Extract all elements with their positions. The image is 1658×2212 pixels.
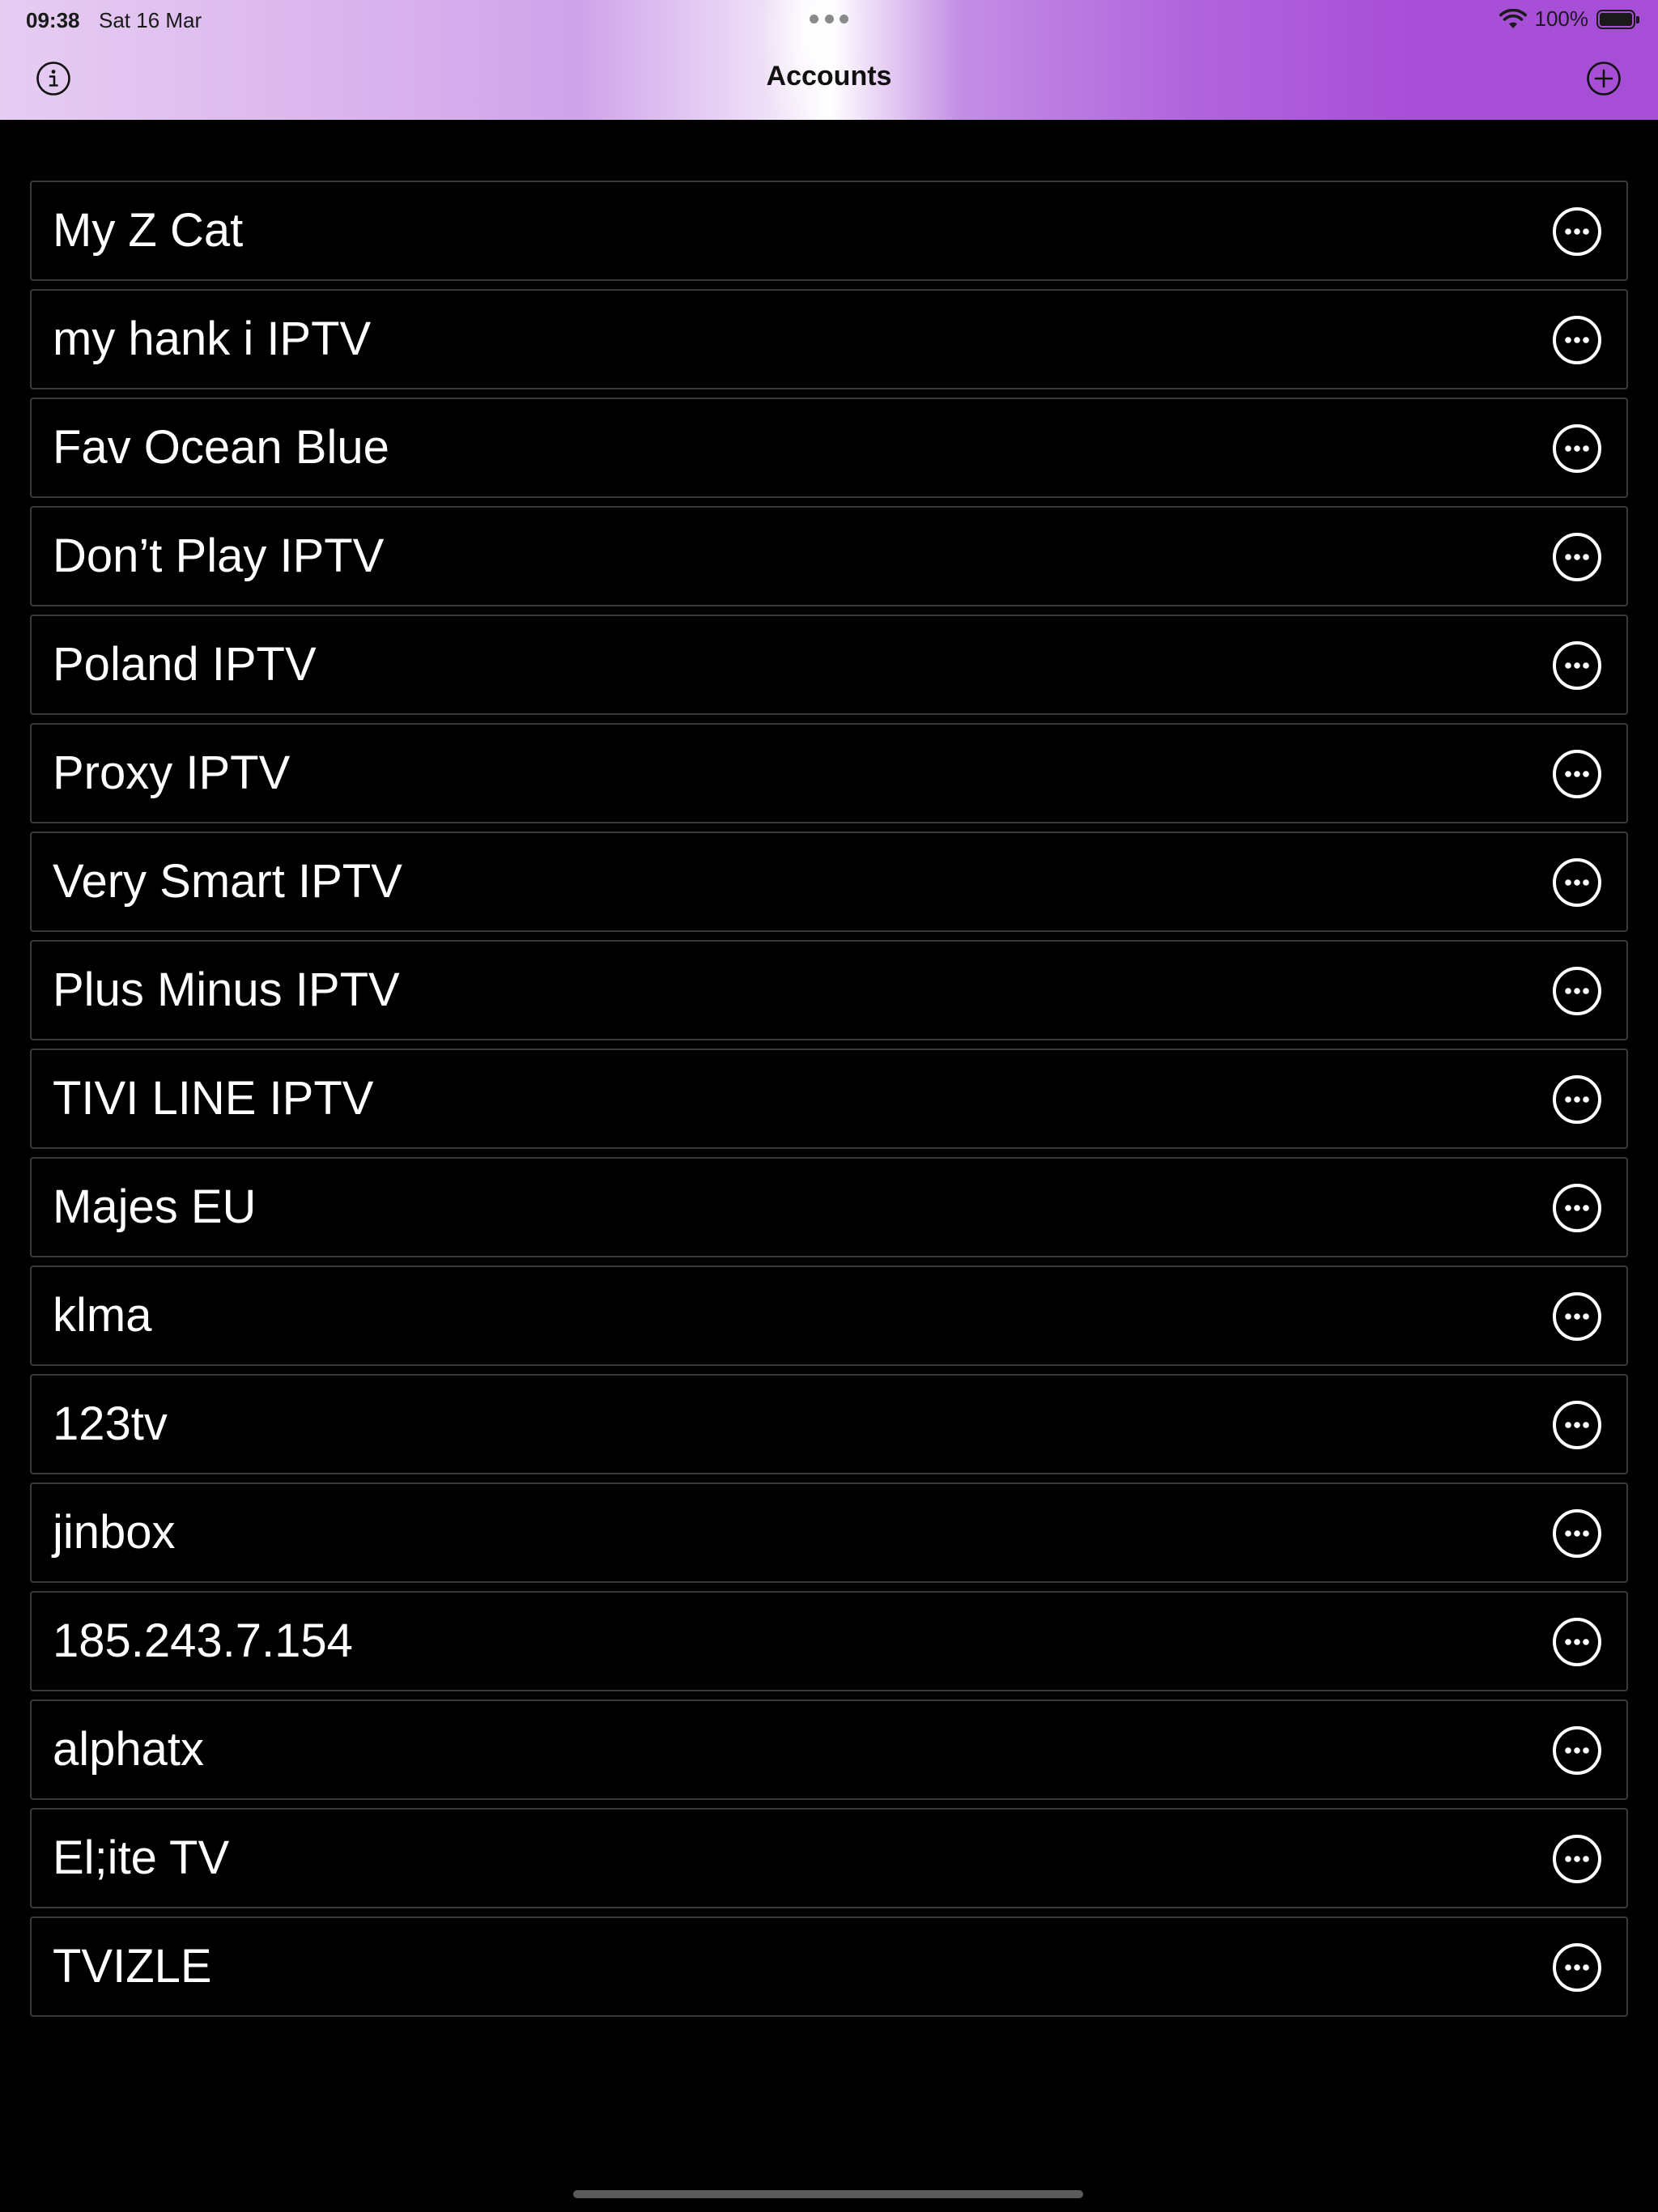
more-ellipsis-circle-icon[interactable] <box>1552 1508 1602 1559</box>
more-ellipsis-circle-icon[interactable] <box>1552 1183 1602 1233</box>
account-row[interactable]: TIVI LINE IPTV <box>30 1049 1628 1149</box>
more-ellipsis-circle-icon[interactable] <box>1552 749 1602 799</box>
account-name: my hank i IPTV <box>53 313 372 365</box>
more-ellipsis-circle-icon[interactable] <box>1552 1834 1602 1884</box>
account-row[interactable]: Plus Minus IPTV <box>30 940 1628 1040</box>
account-row[interactable]: Don’t Play IPTV <box>30 506 1628 606</box>
account-name: TVIZLE <box>53 1940 212 1993</box>
account-row[interactable]: 185.243.7.154 <box>30 1591 1628 1691</box>
account-row[interactable]: My Z Cat <box>30 181 1628 281</box>
account-name: Don’t Play IPTV <box>53 530 385 582</box>
home-indicator[interactable] <box>573 2190 1083 2198</box>
account-name: jinbox <box>53 1506 176 1559</box>
account-row[interactable]: 123tv <box>30 1374 1628 1474</box>
account-row[interactable]: jinbox <box>30 1482 1628 1583</box>
account-row[interactable]: Majes EU <box>30 1157 1628 1257</box>
account-name: 185.243.7.154 <box>53 1614 353 1667</box>
account-name: Poland IPTV <box>53 638 317 691</box>
account-list: My Z Cat my hank i IPTV Fav Ocean Blue D… <box>30 181 1628 2025</box>
account-name: klma <box>53 1289 152 1342</box>
account-name: 123tv <box>53 1397 168 1450</box>
more-ellipsis-circle-icon[interactable] <box>1552 966 1602 1016</box>
navigation-header: 09:38 Sat 16 Mar 100% Accounts <box>0 0 1658 120</box>
account-name: Very Smart IPTV <box>53 855 402 908</box>
account-row[interactable]: El;ite TV <box>30 1808 1628 1908</box>
add-circle-icon[interactable] <box>1586 61 1622 96</box>
account-name: El;ite TV <box>53 1831 230 1884</box>
more-ellipsis-circle-icon[interactable] <box>1552 1291 1602 1342</box>
more-ellipsis-circle-icon[interactable] <box>1552 640 1602 691</box>
more-ellipsis-circle-icon[interactable] <box>1552 206 1602 257</box>
more-ellipsis-circle-icon[interactable] <box>1552 532 1602 582</box>
more-ellipsis-circle-icon[interactable] <box>1552 1074 1602 1125</box>
account-name: TIVI LINE IPTV <box>53 1072 374 1125</box>
status-bar: 09:38 Sat 16 Mar 100% <box>0 0 1658 39</box>
account-row[interactable]: klma <box>30 1266 1628 1366</box>
battery-percentage: 100% <box>1534 6 1589 31</box>
more-ellipsis-circle-icon[interactable] <box>1552 1400 1602 1450</box>
app-window: 09:38 Sat 16 Mar 100% Accounts My Z Cat … <box>0 0 1658 2212</box>
multitasking-dots-icon[interactable] <box>810 15 848 24</box>
account-row[interactable]: Very Smart IPTV <box>30 832 1628 932</box>
account-row[interactable]: Poland IPTV <box>30 615 1628 715</box>
battery-full-icon <box>1596 9 1639 29</box>
wifi-icon <box>1499 8 1527 28</box>
account-name: Plus Minus IPTV <box>53 963 400 1016</box>
status-date: Sat 16 Mar <box>99 8 202 32</box>
more-ellipsis-circle-icon[interactable] <box>1552 857 1602 908</box>
account-row[interactable]: Proxy IPTV <box>30 723 1628 823</box>
more-ellipsis-circle-icon[interactable] <box>1552 423 1602 474</box>
account-name: alphatx <box>53 1723 205 1776</box>
status-time: 09:38 <box>26 8 80 32</box>
more-ellipsis-circle-icon[interactable] <box>1552 1725 1602 1776</box>
more-ellipsis-circle-icon[interactable] <box>1552 315 1602 365</box>
account-name: Proxy IPTV <box>53 747 291 799</box>
page-title: Accounts <box>766 61 892 91</box>
account-name: Majes EU <box>53 1180 257 1233</box>
more-ellipsis-circle-icon[interactable] <box>1552 1617 1602 1667</box>
account-row[interactable]: my hank i IPTV <box>30 289 1628 389</box>
account-row[interactable]: Fav Ocean Blue <box>30 398 1628 498</box>
account-name: My Z Cat <box>53 204 244 257</box>
account-row[interactable]: alphatx <box>30 1699 1628 1800</box>
account-name: Fav Ocean Blue <box>53 421 389 474</box>
account-row[interactable]: TVIZLE <box>30 1916 1628 2017</box>
more-ellipsis-circle-icon[interactable] <box>1552 1942 1602 1993</box>
status-right-group: 100% <box>1499 6 1639 32</box>
